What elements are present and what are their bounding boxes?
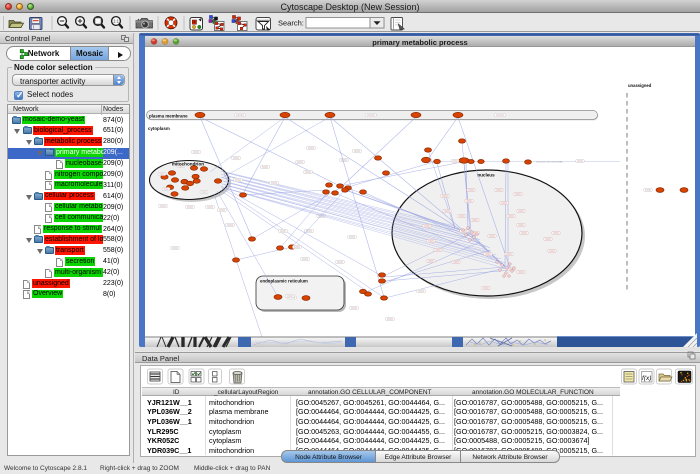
svg-text:1:1: 1:1 (113, 19, 119, 24)
svg-text:nucleus: nucleus (477, 173, 495, 178)
svg-text:f(x): f(x) (642, 375, 651, 382)
svg-text:mitochondrion: mitochondrion (172, 162, 204, 167)
svg-text:annotation.GO-CELLULAR-..: annotation.GO-CELLULAR-.. (536, 160, 565, 163)
svg-text:endoplasmic reticulum: endoplasmic reticulum (260, 279, 308, 284)
svg-text:primary metabolic process: primary metabolic process (372, 38, 467, 47)
svg-text:plasma membrane: plasma membrane (149, 113, 188, 118)
svg-text:Search:: Search: (278, 19, 304, 28)
svg-text:cytoplasm: cytoplasm (148, 126, 170, 131)
svg-text:unassigned: unassigned (628, 83, 652, 88)
